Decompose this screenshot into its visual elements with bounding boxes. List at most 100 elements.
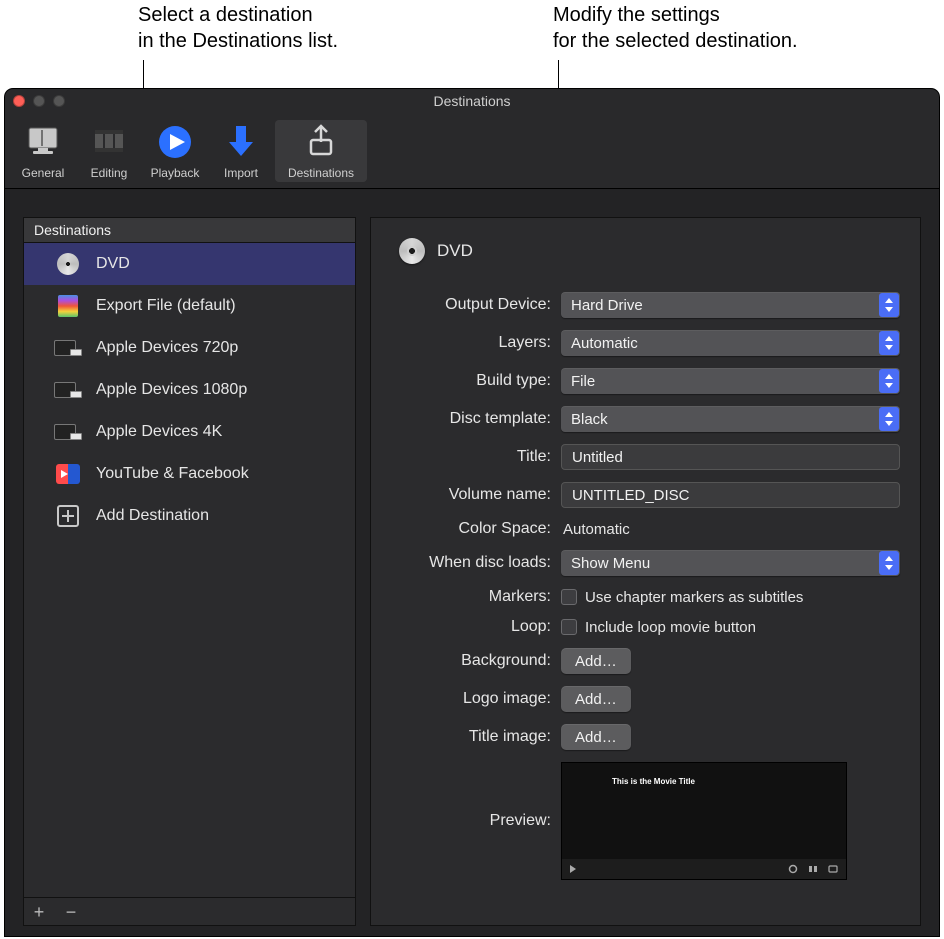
row-title: Title: <box>399 444 900 470</box>
preferences-window: Destinations General <box>5 89 939 936</box>
build-type-value: File <box>571 373 595 390</box>
updown-icon <box>883 556 895 570</box>
main-split: Destinations DVD Export File (default) A… <box>5 189 939 936</box>
file-icon <box>54 295 82 317</box>
label-loop: Loop: <box>399 618 551 636</box>
tab-destinations[interactable]: Destinations <box>275 120 367 182</box>
row-logo-image: Logo image: Add… <box>399 686 900 712</box>
preview-controls <box>562 859 846 879</box>
volume-name-input[interactable] <box>561 482 900 508</box>
row-preview: Preview: This is the Movie Title <box>399 762 900 880</box>
preview-thumbnail-title: This is the Movie Title <box>612 777 695 786</box>
row-color-space: Color Space: Automatic <box>399 520 900 538</box>
tab-import[interactable]: Import <box>209 120 273 182</box>
apple-devices-icon <box>54 421 82 443</box>
destination-detail: DVD Output Device: Hard Drive Layers: Au… <box>370 217 921 926</box>
sidebar-item-youtube-facebook[interactable]: YouTube & Facebook <box>24 453 355 495</box>
sidebar-item-label: Add Destination <box>96 507 209 525</box>
tab-import-label: Import <box>224 166 258 180</box>
tab-editing[interactable]: Editing <box>77 120 141 182</box>
when-disc-loads-value: Show Menu <box>571 555 650 572</box>
destinations-icon <box>301 122 341 162</box>
sidebar-item-label: DVD <box>96 255 130 273</box>
sidebar-item-apple-4k[interactable]: Apple Devices 4K <box>24 411 355 453</box>
label-layers: Layers: <box>399 334 551 352</box>
sidebar-item-add-destination[interactable]: Add Destination <box>24 495 355 537</box>
tab-general-label: General <box>22 166 65 180</box>
remove-destination-button[interactable]: − <box>62 903 80 921</box>
sidebar-item-export-file[interactable]: Export File (default) <box>24 285 355 327</box>
label-markers: Markers: <box>399 588 551 606</box>
row-when-disc-loads: When disc loads: Show Menu <box>399 550 900 576</box>
minimize-button[interactable] <box>33 95 45 107</box>
zoom-button[interactable] <box>53 95 65 107</box>
close-button[interactable] <box>13 95 25 107</box>
sidebar-item-dvd[interactable]: DVD <box>24 243 355 285</box>
label-background: Background: <box>399 652 551 670</box>
row-disc-template: Disc template: Black <box>399 406 900 432</box>
youtube-facebook-icon <box>54 463 82 485</box>
background-add-button[interactable]: Add… <box>561 648 631 674</box>
sidebar-footer: + − <box>24 897 355 925</box>
updown-icon <box>883 298 895 312</box>
logo-image-add-button[interactable]: Add… <box>561 686 631 712</box>
row-background: Background: Add… <box>399 648 900 674</box>
sidebar-item-label: Apple Devices 4K <box>96 423 222 441</box>
general-icon <box>23 122 63 162</box>
editing-icon <box>89 122 129 162</box>
disc-icon <box>54 253 82 275</box>
label-build-type: Build type: <box>399 372 551 390</box>
updown-icon <box>883 336 895 350</box>
when-disc-loads-popup[interactable]: Show Menu <box>561 550 900 576</box>
sidebar-header: Destinations <box>24 218 355 243</box>
row-loop: Loop: Include loop movie button <box>399 618 900 636</box>
label-title-image: Title image: <box>399 728 551 746</box>
row-volume-name: Volume name: <box>399 482 900 508</box>
row-layers: Layers: Automatic <box>399 330 900 356</box>
window-controls <box>13 95 65 107</box>
build-type-popup[interactable]: File <box>561 368 900 394</box>
loop-icon <box>788 864 798 874</box>
sidebar-item-label: YouTube & Facebook <box>96 465 249 483</box>
title-image-add-button[interactable]: Add… <box>561 724 631 750</box>
playback-icon <box>155 122 195 162</box>
sidebar-item-apple-1080p[interactable]: Apple Devices 1080p <box>24 369 355 411</box>
layers-popup[interactable]: Automatic <box>561 330 900 356</box>
loop-checkbox[interactable] <box>561 619 577 635</box>
color-space-value: Automatic <box>561 521 630 538</box>
sidebar-item-apple-720p[interactable]: Apple Devices 720p <box>24 327 355 369</box>
sidebar-list: DVD Export File (default) Apple Devices … <box>24 243 355 897</box>
sidebar-item-label: Apple Devices 720p <box>96 339 238 357</box>
tab-playback[interactable]: Playback <box>143 120 207 182</box>
window-title: Destinations <box>433 93 510 109</box>
disc-template-popup[interactable]: Black <box>561 406 900 432</box>
titlebar: Destinations <box>5 89 939 113</box>
label-color-space: Color Space: <box>399 520 551 538</box>
callout-left: Select a destination in the Destinations… <box>138 2 368 54</box>
row-markers: Markers: Use chapter markers as subtitle… <box>399 588 900 606</box>
label-preview: Preview: <box>399 812 551 830</box>
output-device-popup[interactable]: Hard Drive <box>561 292 900 318</box>
label-volume-name: Volume name: <box>399 486 551 504</box>
label-disc-template: Disc template: <box>399 410 551 428</box>
tab-playback-label: Playback <box>151 166 200 180</box>
label-title: Title: <box>399 448 551 466</box>
sidebar-item-label: Apple Devices 1080p <box>96 381 247 399</box>
markers-checkbox[interactable] <box>561 589 577 605</box>
preferences-toolbar: General Editing Playback <box>5 113 939 189</box>
preview-thumbnail: This is the Movie Title <box>561 762 847 880</box>
add-destination-button[interactable]: + <box>30 903 48 921</box>
row-title-image: Title image: Add… <box>399 724 900 750</box>
destinations-sidebar: Destinations DVD Export File (default) A… <box>23 217 356 926</box>
tab-general[interactable]: General <box>11 120 75 182</box>
title-input[interactable] <box>561 444 900 470</box>
row-build-type: Build type: File <box>399 368 900 394</box>
tab-destinations-label: Destinations <box>288 166 354 180</box>
label-output-device: Output Device: <box>399 296 551 314</box>
sidebar-item-label: Export File (default) <box>96 297 236 315</box>
destination-name: DVD <box>437 241 473 261</box>
updown-icon <box>883 412 895 426</box>
import-icon <box>221 122 261 162</box>
disc-template-value: Black <box>571 411 608 428</box>
disc-icon <box>399 238 425 264</box>
